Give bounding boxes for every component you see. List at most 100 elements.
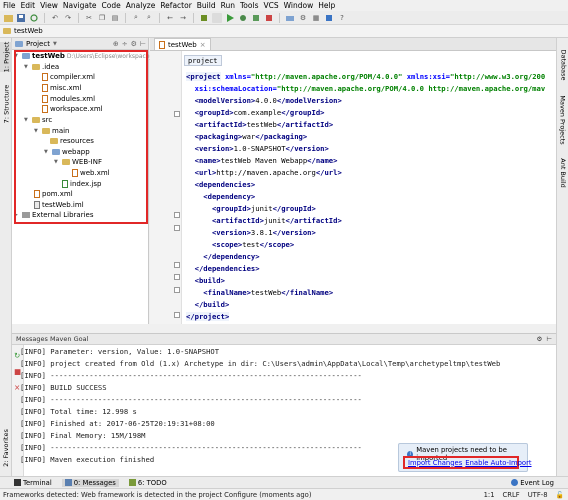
expand-arrow-icon[interactable]: ▼ (44, 149, 50, 155)
expand-arrow-icon[interactable]: ▶ (14, 212, 20, 218)
paste-icon[interactable]: ▤ (110, 13, 120, 23)
tree-item-external-libraries[interactable]: ▶ External Libraries (14, 210, 94, 220)
settings-icon[interactable]: ⚙ (298, 13, 308, 23)
tree-item-webapp[interactable]: ▼ webapp (44, 147, 90, 157)
tree-item-misc-xml[interactable]: misc.xml (42, 83, 81, 93)
close-icon[interactable]: × (200, 41, 206, 49)
menu-analyze[interactable]: Analyze (126, 1, 156, 10)
debug-icon[interactable] (238, 13, 248, 23)
status-message[interactable]: Frameworks detected: Web framework is de… (3, 491, 311, 499)
file-encoding[interactable]: UTF-8 (528, 491, 548, 499)
project-structure-icon[interactable]: ▦ (311, 13, 321, 23)
enable-auto-import-link[interactable]: Enable Auto-Import (465, 459, 531, 467)
tree-item-pom-xml[interactable]: pom.xml (34, 189, 73, 199)
stop-icon[interactable] (264, 13, 274, 23)
hide-icon[interactable]: ⊢ (546, 335, 552, 343)
menu-tools[interactable]: Tools (240, 1, 258, 10)
menu-vcs[interactable]: VCS (263, 1, 278, 10)
nav-project-name[interactable]: testWeb (14, 27, 43, 35)
cut-icon[interactable]: ✂ (84, 13, 94, 23)
tree-item-main[interactable]: ▼ main (34, 126, 70, 136)
lock-icon[interactable]: 🔓 (556, 491, 564, 499)
menu-window[interactable]: Window (284, 1, 314, 10)
tab-event-log[interactable]: Event Log (511, 479, 554, 487)
tab-maven-projects-tool[interactable]: Maven Projects (557, 95, 568, 144)
expand-arrow-icon[interactable]: ▼ (24, 117, 30, 123)
fold-marker-icon[interactable] (174, 274, 180, 280)
menu-build[interactable]: Build (197, 1, 216, 10)
tree-item-web-xml[interactable]: web.xml (72, 168, 110, 178)
fold-marker-icon[interactable] (174, 225, 180, 231)
forward-icon[interactable]: → (178, 13, 188, 23)
menu-navigate[interactable]: Navigate (63, 1, 97, 10)
event-log-icon (511, 479, 519, 486)
fold-marker-icon[interactable] (174, 212, 180, 218)
menu-view[interactable]: View (40, 1, 58, 10)
expand-arrow-icon[interactable]: ▼ (14, 53, 20, 59)
menu-help[interactable]: Help (318, 1, 335, 10)
expand-arrow-icon[interactable]: ▼ (34, 128, 40, 134)
tab-messages[interactable]: 0: Messages (61, 478, 119, 487)
menu-refactor[interactable]: Refactor (160, 1, 191, 10)
tree-item-src[interactable]: ▼ src (24, 115, 52, 125)
tab-testweb[interactable]: testWeb × (154, 38, 211, 50)
tree-item-testweb-iml[interactable]: testWeb.iml (34, 200, 84, 210)
sdk-icon[interactable] (324, 13, 334, 23)
build-icon[interactable] (199, 13, 209, 23)
tree-item-workspace-xml[interactable]: workspace.xml (42, 104, 103, 114)
redo-icon[interactable]: ↷ (63, 13, 73, 23)
gear-icon[interactable]: ⚙ (131, 40, 137, 48)
tab-project-tool[interactable]: 1: Project (0, 42, 12, 72)
fold-marker-icon[interactable] (174, 287, 180, 293)
tab-todo[interactable]: 6: TODO (128, 479, 167, 487)
back-icon[interactable]: ← (165, 13, 175, 23)
menu-run[interactable]: Run (221, 1, 235, 10)
undo-icon[interactable]: ↶ (50, 13, 60, 23)
gear-icon[interactable]: ⚙ (537, 335, 543, 343)
open-folder-icon[interactable] (3, 13, 13, 23)
tab-structure-tool[interactable]: 7: Structure (0, 85, 12, 124)
menu-code[interactable]: Code (102, 1, 121, 10)
caret-position[interactable]: 1:1 (484, 491, 495, 499)
hide-icon[interactable]: ⊢ (140, 40, 146, 48)
tab-favorites-tool[interactable]: 2: Favorites (0, 429, 12, 467)
replace-icon[interactable]: ⌕ (144, 13, 154, 23)
tree-item-web-inf[interactable]: ▼ WEB-INF (54, 157, 102, 167)
menu-file[interactable]: File (3, 1, 16, 10)
collapse-icon[interactable]: ÷ (122, 40, 128, 48)
run-config-dropdown[interactable] (212, 12, 222, 23)
tree-item-idea[interactable]: ▼ .idea (24, 62, 59, 72)
menu-edit[interactable]: Edit (21, 1, 36, 10)
sync-icon[interactable]: ⊕ (113, 40, 119, 48)
line-separator[interactable]: CRLF (503, 491, 520, 499)
expand-arrow-icon[interactable]: ▼ (54, 159, 60, 165)
expand-arrow-icon[interactable]: ▼ (24, 64, 30, 70)
save-all-icon[interactable] (16, 13, 26, 23)
tree-item-modules-xml[interactable]: modules.xml (42, 94, 95, 104)
chevron-down-icon[interactable]: ▼ (53, 41, 57, 47)
fold-marker-icon[interactable] (174, 312, 180, 318)
run-icon[interactable] (225, 13, 235, 23)
fold-marker-icon[interactable] (174, 111, 180, 117)
editor-area[interactable]: testWeb × project <project xmlns= "http:/… (150, 38, 556, 324)
tree-item-resources[interactable]: resources (50, 136, 94, 146)
coverage-icon[interactable] (251, 13, 261, 23)
library-icon (22, 212, 30, 218)
fold-marker-icon[interactable] (174, 262, 180, 268)
editor-breadcrumb[interactable]: project (184, 55, 222, 66)
tree-item-testweb[interactable]: ▼ testWeb D:\Users\Eclipse\workspace_lk (14, 51, 158, 61)
tree-item-index-jsp[interactable]: index.jsp (62, 179, 101, 189)
sync-icon[interactable] (29, 13, 39, 23)
import-changes-link[interactable]: Import Changes (408, 459, 462, 467)
tab-ant-build-tool[interactable]: Ant Build (557, 156, 568, 190)
tree-item-compiler-xml[interactable]: compiler.xml (42, 72, 95, 82)
copy-icon[interactable]: ❐ (97, 13, 107, 23)
tab-database-tool[interactable]: Database (557, 48, 568, 82)
maven-import-notification: i Maven projects need to be imported Imp… (398, 443, 532, 472)
help-icon[interactable]: ? (337, 13, 347, 23)
vcs-icon[interactable] (285, 13, 295, 23)
tab-terminal[interactable]: Terminal (14, 479, 52, 487)
project-view-selector[interactable]: Project (26, 40, 50, 48)
editor-gutter[interactable] (150, 51, 182, 324)
find-icon[interactable]: ⌕ (131, 13, 141, 23)
